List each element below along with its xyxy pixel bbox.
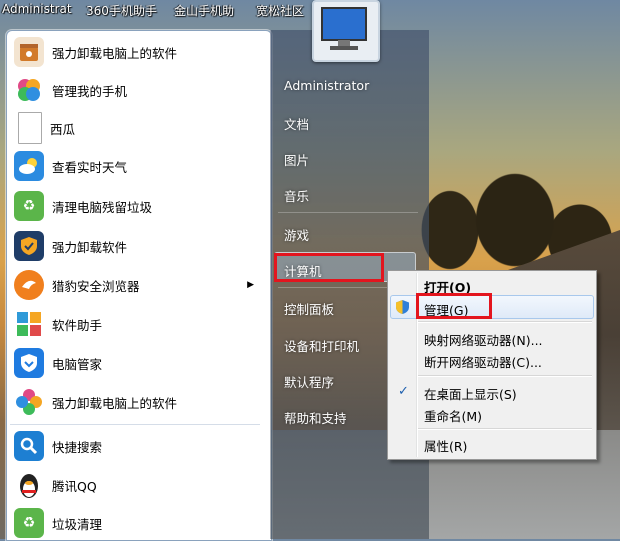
program-item-label: 猎豹安全浏览器: [52, 278, 140, 294]
places-item-devices-printers[interactable]: 设备和打印机: [284, 336, 359, 355]
program-item-label: 腾讯QQ: [52, 478, 97, 494]
places-item-games[interactable]: 游戏: [284, 225, 309, 244]
program-item[interactable]: ♻ 垃圾清理: [14, 505, 266, 541]
places-separator: [278, 212, 418, 213]
context-menu-separator: [418, 321, 592, 323]
colorful-flower-icon: [14, 387, 44, 417]
program-item[interactable]: 软件助手: [14, 306, 266, 342]
red-highlight-manage: [416, 293, 492, 319]
shield-uninstall-icon: [14, 231, 44, 261]
program-item-label: 强力卸载软件: [52, 239, 128, 255]
uninstall-box-icon: [14, 37, 44, 67]
search-icon: [14, 431, 44, 461]
program-item-label: 垃圾清理: [52, 516, 103, 532]
uac-shield-icon: [396, 300, 409, 314]
program-item[interactable]: 电脑管家: [14, 345, 266, 381]
context-menu-separator: [418, 375, 592, 377]
program-item-label: 软件助手: [52, 317, 103, 333]
program-item-label: 电脑管家: [52, 356, 103, 372]
places-item-default-programs[interactable]: 默认程序: [284, 372, 334, 391]
program-item[interactable]: 西瓜: [14, 110, 266, 146]
program-item[interactable]: 快捷搜索: [14, 428, 266, 464]
recycle-bin-icon: ♻: [14, 191, 44, 221]
phone-manager-icon: [14, 75, 44, 105]
software-grid-icon: [14, 309, 44, 339]
desktop-label-administrator[interactable]: Administrat: [2, 2, 72, 16]
ctx-rename[interactable]: 重命名(M): [424, 406, 482, 425]
context-menu-separator: [418, 428, 592, 430]
user-picture[interactable]: [312, 0, 380, 62]
places-item-music[interactable]: 音乐: [284, 186, 309, 205]
program-item[interactable]: 强力卸载电脑上的软件: [14, 384, 266, 420]
ctx-show-on-desktop[interactable]: 在桌面上显示(S): [424, 384, 517, 403]
program-item-label: 查看实时天气: [52, 159, 128, 175]
program-item-label: 清理电脑残留垃圾: [52, 199, 153, 215]
desktop-label-kingsoft[interactable]: 金山手机助: [174, 2, 234, 19]
places-item-help-support[interactable]: 帮助和支持: [284, 408, 347, 427]
qq-penguin-icon: [14, 470, 44, 500]
places-item-documents[interactable]: 文档: [284, 114, 309, 133]
desktop-icon-labels: Administrat 360手机助手 金山手机助 宽松社区: [0, 0, 620, 22]
program-item-label: 管理我的手机: [52, 83, 128, 99]
desktop-label-360[interactable]: 360手机助手: [86, 2, 157, 19]
program-item[interactable]: 查看实时天气: [14, 148, 266, 184]
blank-document-icon: [18, 112, 42, 144]
program-item[interactable]: 强力卸载软件: [14, 228, 266, 264]
ctx-disconnect-network-drive[interactable]: 断开网络驱动器(C)...: [424, 352, 542, 371]
desktop-label-community[interactable]: 宽松社区: [256, 2, 304, 19]
places-item-pictures[interactable]: 图片: [284, 150, 309, 169]
menu-separator: [10, 424, 260, 425]
program-item[interactable]: 猎豹安全浏览器 ▶: [14, 267, 266, 303]
places-item-control-panel[interactable]: 控制面板: [284, 299, 334, 318]
trash-clean-icon: ♻: [14, 508, 44, 538]
ctx-map-network-drive[interactable]: 映射网络驱动器(N)...: [424, 330, 543, 349]
program-item[interactable]: ♻ 清理电脑残留垃圾: [14, 188, 266, 224]
submenu-arrow-icon: ▶: [247, 280, 254, 290]
ctx-properties[interactable]: 属性(R): [424, 436, 467, 455]
weather-cloud-icon: [14, 151, 44, 181]
program-item-label: 西瓜: [50, 121, 76, 137]
cheetah-browser-icon: [14, 270, 44, 300]
places-item-user[interactable]: Administrator: [284, 78, 369, 93]
checkmark-icon: ✓: [398, 384, 409, 399]
program-item-label: 强力卸载电脑上的软件: [52, 395, 178, 411]
program-item-label: 强力卸载电脑上的软件: [52, 45, 178, 61]
program-item[interactable]: 管理我的手机: [14, 72, 266, 108]
program-item-label: 快捷搜索: [52, 439, 103, 455]
pc-manager-shield-icon: [14, 348, 44, 378]
red-highlight-computer: [274, 253, 384, 282]
program-item[interactable]: 腾讯QQ: [14, 467, 266, 503]
program-item[interactable]: 强力卸载电脑上的软件: [14, 34, 266, 70]
